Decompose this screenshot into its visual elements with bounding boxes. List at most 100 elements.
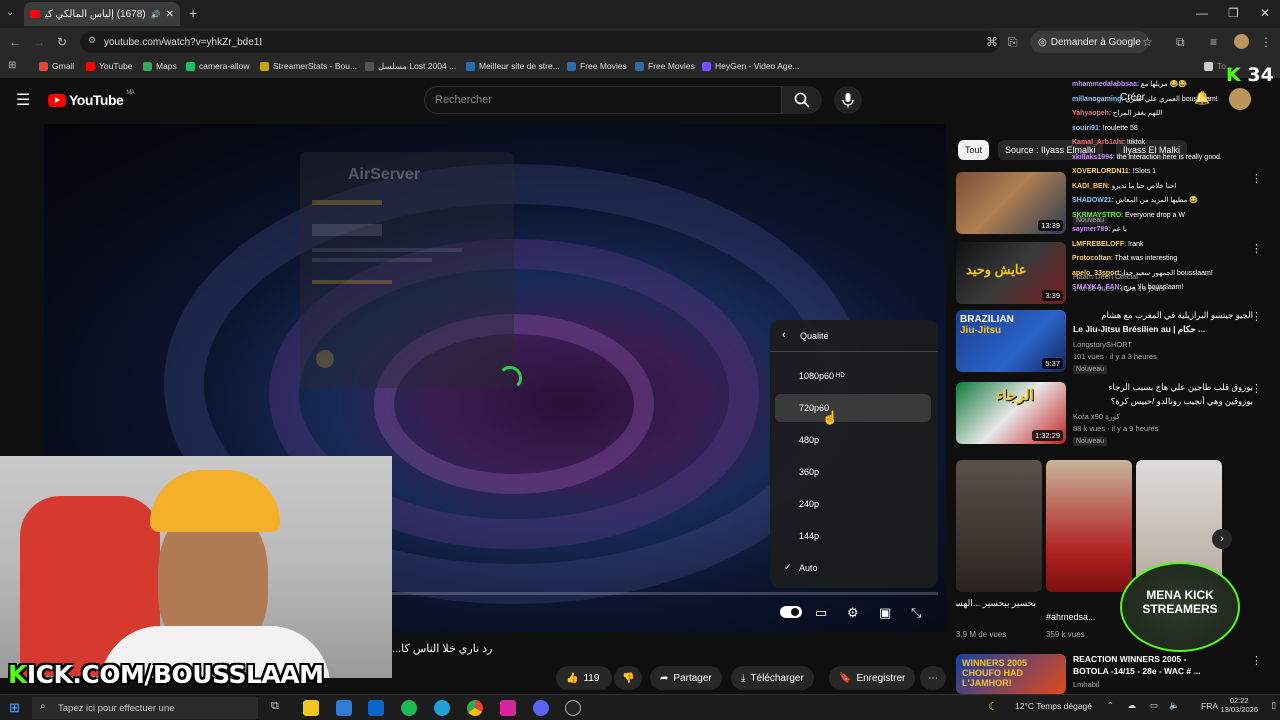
profile-avatar[interactable] — [1234, 34, 1249, 49]
like-button[interactable]: 👍 119 — [556, 666, 612, 690]
translate-icon[interactable]: ⌘ — [986, 35, 998, 49]
recommended-video[interactable]: BRAZILIAN Jiu-Jitsu 5:37 الجيو جيتسو البر… — [956, 310, 1266, 374]
store-icon[interactable] — [336, 700, 352, 716]
menu-kebab-icon[interactable]: ⋮ — [1260, 35, 1272, 49]
task-view-icon[interactable]: ⧉ — [271, 700, 287, 716]
share-button[interactable]: ➦ Partager — [650, 666, 722, 690]
bookmark-lost[interactable]: مسلسل Lost 2004 ... — [365, 61, 456, 72]
new-tab-icon[interactable]: + — [189, 5, 197, 21]
tray-chevron-icon[interactable]: ⌃ — [1107, 700, 1114, 711]
bookmark-camera-allow[interactable]: camera-allow — [186, 61, 250, 71]
address-bar[interactable]: ⚙ youtube.com/watch?v=yhkZr_bde1I — [80, 31, 1000, 53]
save-button[interactable]: 🔖 Enregistrer — [829, 666, 916, 690]
chat-username: millanogaming — [1072, 95, 1122, 103]
more-actions-button[interactable]: ⋯ — [920, 666, 946, 690]
chat-text: : !rank — [1124, 240, 1144, 248]
minimize-icon[interactable]: — — [1196, 6, 1208, 20]
discord-icon[interactable] — [533, 700, 549, 716]
youtube-logo[interactable]: YouTube MA — [48, 90, 135, 108]
bookmark-label: StreamerStats - Bou... — [273, 61, 358, 71]
bookmark-free-movies-2[interactable]: Free Movies — [635, 61, 695, 71]
bookmark-youtube[interactable]: YouTube — [86, 61, 132, 71]
search-button[interactable] — [782, 86, 822, 114]
cloud-icon[interactable]: ☁ — [1128, 700, 1137, 711]
more-dots-icon[interactable]: ⋮ — [1251, 382, 1262, 395]
file-explorer-icon[interactable] — [303, 700, 319, 716]
quality-option-1080p60[interactable]: 1080p60 HD — [775, 362, 931, 390]
heygen-icon — [702, 61, 711, 71]
clock[interactable]: 02:22 13/03/2026 — [1220, 696, 1258, 714]
bookmark-star-icon[interactable]: ☆ — [1142, 35, 1153, 49]
recommended-video[interactable]: الرجاء 1:32:29 بوزوق قلب طاجين علي هاج ب… — [956, 382, 1266, 446]
network-icon[interactable]: ▭ — [1150, 700, 1158, 711]
browser-tab-active[interactable]: (1678) إلياس المالكي كيرد عـ... 🔊 ✕ — [24, 2, 180, 26]
media-controls-icon[interactable]: ≡ — [1210, 35, 1217, 49]
chip-all[interactable]: Tout — [958, 140, 990, 160]
duration-badge: 1:32:29 — [1031, 430, 1063, 441]
dislike-button[interactable]: 👎 — [614, 666, 642, 690]
quality-option-480p[interactable]: 480p — [775, 426, 931, 454]
download-button[interactable]: ⤓ Télécharger — [731, 666, 814, 690]
site-info-icon[interactable]: ⚙ — [88, 35, 96, 46]
cast-icon[interactable]: ⎘ — [1008, 35, 1018, 50]
voice-search-button[interactable] — [834, 86, 862, 114]
quality-option-720p60[interactable]: 720p60 — [775, 394, 931, 422]
chrome-icon[interactable] — [467, 700, 483, 716]
spotify-icon[interactable] — [401, 700, 417, 716]
settings-gear-icon[interactable]: ⚙ — [847, 605, 859, 621]
apps-grid-icon[interactable]: ⊞ — [8, 60, 16, 71]
forward-icon[interactable]: → — [33, 35, 45, 49]
notifications-icon[interactable]: ▯ — [1271, 700, 1276, 711]
obs-icon[interactable] — [565, 700, 581, 716]
bookmark-gmail[interactable]: Gmail — [39, 61, 74, 71]
quality-option-360p[interactable]: 360p — [775, 458, 931, 486]
hamburger-menu-icon[interactable]: ☰ — [16, 90, 30, 110]
next-chevron-icon[interactable]: › — [1212, 529, 1232, 549]
quality-label: 144p — [799, 531, 820, 541]
more-dots-icon[interactable]: ⋮ — [1251, 654, 1262, 667]
quality-option-144p[interactable]: 144p — [775, 522, 931, 550]
instagram-icon[interactable] — [500, 700, 516, 716]
bookmark-free-movies-1[interactable]: Free Movies — [567, 61, 627, 71]
search-input[interactable]: Rechercher — [424, 86, 782, 114]
video-meta: 101 vues · il y a 3 heures — [1073, 352, 1157, 361]
keyboard-language[interactable]: FRA — [1201, 701, 1218, 711]
edge-icon[interactable] — [434, 700, 450, 716]
quality-option-auto[interactable]: ✓ Auto — [775, 554, 931, 582]
audio-icon[interactable]: 🔊 — [151, 10, 161, 19]
close-tab-icon[interactable]: ✕ — [166, 9, 174, 20]
miniplayer-icon[interactable]: ▣ — [879, 605, 891, 621]
mail-icon[interactable] — [368, 700, 384, 716]
bookmark-streamerstats[interactable]: StreamerStats - Bou... — [260, 61, 357, 71]
volume-icon[interactable]: 🔈 — [1169, 700, 1180, 711]
video-thumbnail: WINNERS 2005 CHOUFO HAD L'JAMHOR! — [956, 654, 1066, 694]
bookmark-meilleur-site[interactable]: Meilleur site de stre... — [466, 61, 560, 71]
bookmark-maps[interactable]: Maps — [143, 61, 177, 71]
quality-menu-header[interactable]: ‹ Qualité — [770, 320, 938, 352]
autoplay-toggle[interactable] — [780, 606, 802, 618]
more-dots-icon[interactable]: ⋮ — [1251, 310, 1262, 323]
ask-google-button[interactable]: ◎ Demander à Google — [1030, 31, 1149, 53]
chat-username: xkillaks1994 — [1072, 153, 1113, 161]
quality-option-240p[interactable]: 240p — [775, 490, 931, 518]
back-chevron-icon[interactable]: ‹ — [782, 329, 786, 341]
bookmark-heygen[interactable]: HeyGen - Video Age... — [702, 61, 799, 71]
weather-text[interactable]: 12°C Temps dégagé — [1015, 701, 1092, 711]
fullscreen-icon[interactable]: ⤡ — [911, 605, 921, 621]
restore-icon[interactable]: ❐ — [1228, 6, 1239, 20]
video-title: رد ناري خلا الناس كا... — [392, 643, 493, 655]
window-close-icon[interactable]: ✕ — [1260, 6, 1270, 20]
tab-list-chevron-icon[interactable]: ⌄ — [6, 7, 14, 18]
thumbnail-title-text: BRAZILIAN Jiu-Jitsu — [960, 314, 1014, 336]
reload-icon[interactable]: ↻ — [57, 35, 67, 49]
clock-date: 13/03/2026 — [1220, 705, 1258, 714]
back-icon[interactable]: ← — [9, 35, 21, 49]
windows-start-icon[interactable]: ⊞ — [9, 700, 20, 716]
bookmark-icon: 🔖 — [839, 672, 852, 684]
extensions-icon[interactable]: ⧉ — [1176, 35, 1185, 50]
subtitles-icon[interactable]: ▭ — [815, 605, 827, 621]
progress-bar[interactable] — [392, 592, 938, 595]
taskbar-search[interactable]: ⌕ Tapez ici pour effectuer une — [32, 697, 258, 719]
short-thumbnail[interactable] — [956, 460, 1042, 592]
short-thumbnail[interactable] — [1046, 460, 1132, 592]
